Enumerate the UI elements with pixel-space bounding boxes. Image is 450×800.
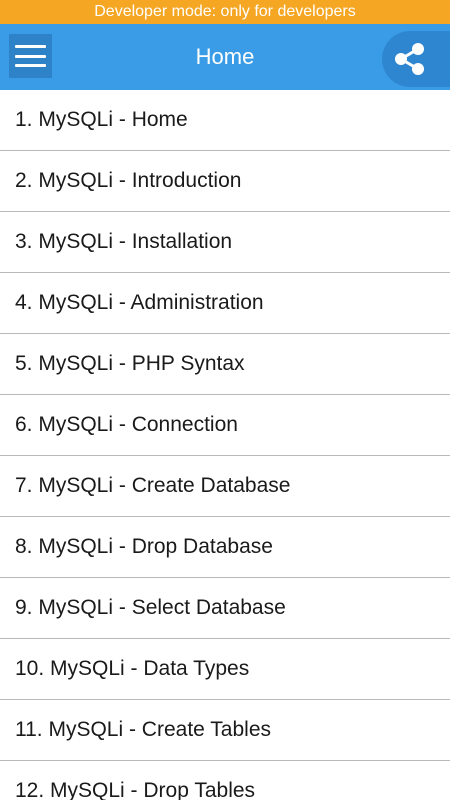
topic-list: 1. MySQLi - Home 2. MySQLi - Introductio…	[0, 90, 450, 800]
list-item[interactable]: 2. MySQLi - Introduction	[0, 151, 450, 212]
list-item[interactable]: 6. MySQLi - Connection	[0, 395, 450, 456]
list-item[interactable]: 11. MySQLi - Create Tables	[0, 700, 450, 761]
list-item[interactable]: 5. MySQLi - PHP Syntax	[0, 334, 450, 395]
list-item[interactable]: 7. MySQLi - Create Database	[0, 456, 450, 517]
list-item[interactable]: 8. MySQLi - Drop Database	[0, 517, 450, 578]
hamburger-menu-icon	[15, 45, 46, 48]
list-item[interactable]: 3. MySQLi - Installation	[0, 212, 450, 273]
list-item[interactable]: 4. MySQLi - Administration	[0, 273, 450, 334]
app-screen: Developer mode: only for developers Home…	[0, 0, 450, 800]
menu-button[interactable]	[9, 34, 52, 78]
list-item[interactable]: 12. MySQLi - Drop Tables	[0, 761, 450, 800]
developer-mode-banner: Developer mode: only for developers	[0, 0, 450, 24]
hamburger-menu-icon	[15, 64, 46, 67]
hamburger-menu-icon	[15, 54, 46, 58]
list-item[interactable]: 1. MySQLi - Home	[0, 90, 450, 151]
share-icon	[395, 43, 424, 75]
app-bar: Home	[0, 24, 450, 90]
list-item[interactable]: 9. MySQLi - Select Database	[0, 578, 450, 639]
share-button[interactable]	[382, 31, 450, 87]
list-item[interactable]: 10. MySQLi - Data Types	[0, 639, 450, 700]
